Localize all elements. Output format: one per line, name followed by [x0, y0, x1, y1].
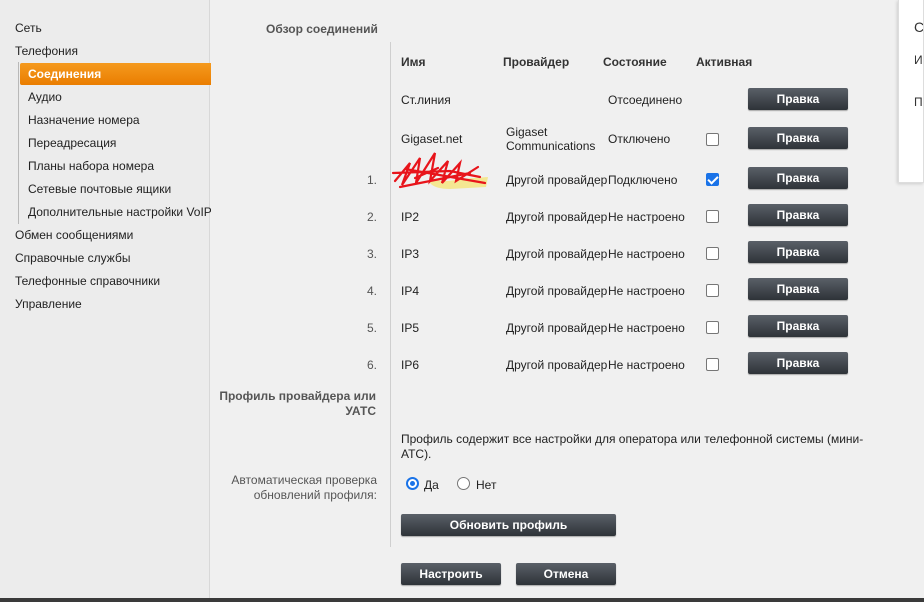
row-number: 6. [366, 358, 377, 372]
row-number: 1. [366, 173, 377, 187]
redaction-scribble [391, 152, 488, 189]
auto-check-yes-radio[interactable] [406, 477, 419, 490]
edit-button[interactable]: Правка [748, 167, 848, 189]
edit-button[interactable]: Правка [748, 127, 848, 149]
nav-item-telephony[interactable]: Телефония [15, 44, 78, 58]
row-number: 3. [366, 247, 377, 261]
row-state: Не настроено [608, 321, 685, 335]
connections-overview-title: Обзор соединений [266, 22, 378, 36]
row-state: Не настроено [608, 210, 685, 224]
sidebar: Сеть Телефония Соединения Аудио Назначен… [0, 0, 217, 602]
profile-description-line1: Профиль содержит все настройки для опера… [401, 432, 864, 446]
row-state: Не настроено [608, 247, 685, 261]
header-provider: Провайдер [503, 55, 570, 69]
header-active: Активная [696, 55, 753, 69]
row-provider: Другой провайдер [506, 321, 608, 335]
bottom-bar [0, 598, 924, 602]
auto-check-label-line1: Автоматическая проверка [231, 473, 377, 487]
divider [390, 42, 391, 547]
active-checkbox[interactable] [706, 358, 719, 371]
row-provider: Другой провайдер [506, 210, 608, 224]
active-checkbox[interactable] [706, 247, 719, 260]
header-name: Имя [401, 55, 426, 69]
row-state: Не настроено [608, 284, 685, 298]
edit-button[interactable]: Правка [748, 278, 848, 300]
row-number: 4. [366, 284, 377, 298]
row-provider: Другой провайдер [506, 173, 608, 187]
nav-item-directories[interactable]: Телефонные справочники [15, 274, 160, 288]
edit-button[interactable]: Правка [748, 241, 848, 263]
main-content: Обзор соединений Имя Провайдер Состояние… [211, 0, 924, 602]
active-checkbox[interactable] [706, 173, 719, 186]
nav-item-info-services[interactable]: Справочные службы [15, 251, 130, 265]
row-state: Не настроено [608, 358, 685, 372]
row-name: IP2 [401, 210, 420, 224]
overlay-text: И [914, 53, 923, 67]
nav-item-network[interactable]: Сеть [15, 21, 42, 35]
nav-item-messaging[interactable]: Обмен сообщениями [15, 228, 133, 242]
sub-item-number-assignment[interactable]: Назначение номера [28, 113, 140, 127]
row-name: IP6 [401, 358, 420, 372]
overlay-panel: С И П [898, 0, 924, 183]
sub-item-audio[interactable]: Аудио [28, 90, 62, 104]
sub-item-connections[interactable]: Соединения [20, 63, 217, 85]
row-provider: Другой провайдер [506, 247, 608, 261]
cancel-button[interactable]: Отмена [516, 563, 616, 585]
row-name: IP3 [401, 247, 420, 261]
sub-item-dial-plans[interactable]: Планы набора номера [28, 159, 154, 173]
row-name: IP4 [401, 284, 420, 298]
edit-button[interactable]: Правка [748, 315, 848, 337]
row-name: Ст.линия [401, 93, 451, 107]
edit-button[interactable]: Правка [748, 204, 848, 226]
row-number: 5. [366, 321, 377, 335]
row-state: Подключено [608, 173, 678, 187]
row-number: 2. [366, 210, 377, 224]
sub-item-voip-advanced[interactable]: Дополнительные настройки VoIP [28, 205, 212, 219]
active-checkbox[interactable] [706, 321, 719, 334]
auto-check-no-label: Нет [476, 478, 497, 492]
sub-item-network-mailboxes[interactable]: Сетевые почтовые ящики [28, 182, 171, 196]
profile-title-line2: УАТС [345, 404, 376, 418]
row-provider: Другой провайдер [506, 284, 608, 298]
overlay-text: С [914, 19, 924, 35]
active-checkbox[interactable] [706, 133, 719, 146]
auto-check-yes-label: Да [424, 478, 439, 492]
nav-item-management[interactable]: Управление [15, 297, 82, 311]
row-state: Отключено [608, 132, 671, 146]
apply-button[interactable]: Настроить [401, 563, 501, 585]
overlay-text: П [914, 95, 923, 109]
edit-button[interactable]: Правка [748, 352, 848, 374]
active-checkbox[interactable] [706, 284, 719, 297]
row-name: IP5 [401, 321, 420, 335]
auto-check-no-radio[interactable] [457, 477, 470, 490]
row-state: Отсоединено [608, 93, 683, 107]
row-provider: Другой провайдер [506, 358, 608, 372]
edit-button[interactable]: Правка [748, 88, 848, 110]
telephony-submenu: Соединения Аудио Назначение номера Переа… [18, 62, 218, 224]
update-profile-button[interactable]: Обновить профиль [401, 514, 616, 536]
sub-item-forwarding[interactable]: Переадресация [28, 136, 116, 150]
row-provider: Gigaset Communications [506, 125, 596, 153]
profile-title-line1: Профиль провайдера или [219, 389, 376, 403]
profile-description-line2: АТС). [401, 447, 432, 461]
header-state: Состояние [603, 55, 667, 69]
auto-check-label-line2: обновлений профиля: [253, 488, 377, 502]
active-checkbox[interactable] [706, 210, 719, 223]
